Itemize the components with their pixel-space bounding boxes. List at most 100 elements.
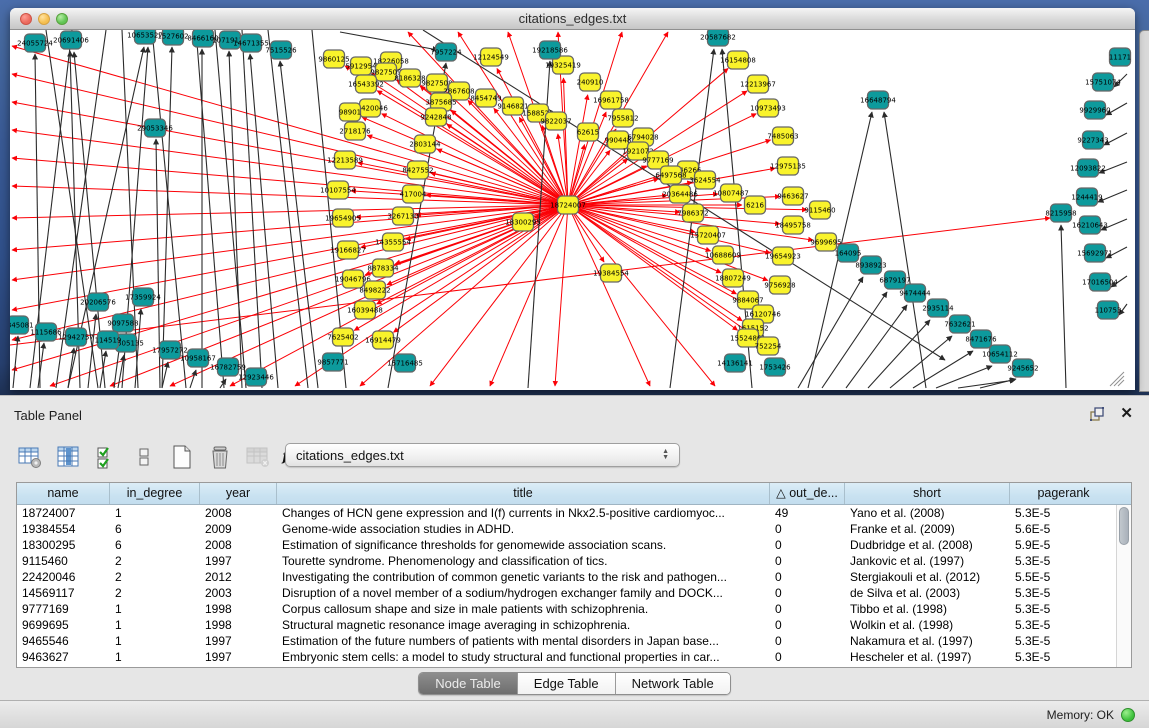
background-window-edge [1139, 30, 1149, 392]
graph-node[interactable]: 12093822 [1070, 159, 1106, 177]
graph-node[interactable]: 7485063 [767, 127, 798, 145]
graph-node[interactable]: 8215958 [1045, 204, 1076, 222]
table-row[interactable]: 1938455462009Genome-wide association stu… [17, 521, 1131, 537]
graph-node[interactable]: 240910 [577, 73, 604, 91]
close-panel-icon[interactable]: ✕ [1120, 404, 1133, 422]
graph-node[interactable]: 114519 [95, 331, 122, 349]
delete-table-icon[interactable] [206, 442, 234, 472]
graph-node[interactable]: 417004 [400, 185, 427, 203]
show-columns-icon[interactable] [54, 442, 82, 472]
graph-node[interactable]: 16648794 [860, 91, 896, 109]
graph-node[interactable]: 10688609 [705, 246, 741, 264]
graph-node[interactable]: 3267130 [387, 207, 418, 225]
cell-year: 2008 [200, 537, 277, 553]
graph-node[interactable]: 15692971 [1077, 244, 1113, 262]
table-row[interactable]: 969969511998Structural magnetic resonanc… [17, 617, 1131, 633]
graph-node[interactable]: 16154808 [720, 51, 756, 69]
graph-node[interactable]: 8878334 [367, 259, 399, 277]
graph-node[interactable]: 9097588 [107, 314, 138, 332]
new-table-icon[interactable] [168, 442, 196, 472]
graph-node[interactable]: 9227343 [1077, 131, 1108, 149]
graph-node[interactable]: 1244419 [1071, 188, 1102, 206]
float-panel-icon[interactable] [1089, 406, 1105, 422]
graph-node[interactable]: 62615 [577, 123, 599, 141]
table-scrollbar[interactable] [1116, 505, 1131, 668]
graph-node[interactable]: 15751074 [1085, 73, 1121, 91]
cell-title: Estimation of the future numbers of pati… [277, 633, 770, 649]
graph-node[interactable]: 9463627 [777, 187, 808, 205]
graph-node[interactable]: 12213967 [740, 75, 776, 93]
graph-node[interactable]: 7515526 [265, 41, 297, 59]
graph-node[interactable]: 9474444 [899, 284, 931, 302]
svg-text:6497568: 6497568 [655, 172, 686, 180]
cell-name: 9465546 [17, 633, 110, 649]
column-header-in_degree[interactable]: in_degree [110, 483, 200, 504]
graph-node[interactable]: 7625402 [327, 328, 358, 346]
graph-node[interactable]: 3624554 [689, 171, 721, 189]
graph-node[interactable]: 20691406 [53, 31, 89, 49]
graph-node[interactable]: 752254 [755, 337, 782, 355]
graph-node[interactable]: 1527602 [157, 30, 188, 45]
graph-node[interactable]: 2803144 [409, 135, 441, 153]
graph-node[interactable]: 110753 [1095, 301, 1122, 319]
graph-node[interactable]: 17016504 [1082, 273, 1118, 291]
tab-network-table[interactable]: Network Table [616, 673, 730, 694]
graph-node[interactable]: 7955812 [607, 109, 638, 127]
graph-node[interactable]: 2935114 [922, 299, 954, 317]
column-header-pagerank[interactable]: pagerank [1010, 483, 1117, 504]
table-row[interactable]: 1872400712008Changes of HCN gene express… [17, 505, 1131, 521]
table-row[interactable]: 946362711997Embryonic stem cells: a mode… [17, 649, 1131, 665]
table-row[interactable]: 1456911722003Disruption of a novel membe… [17, 585, 1131, 601]
table-row[interactable]: 1830029562008Estimation of significance … [17, 537, 1131, 553]
column-header-year[interactable]: year [200, 483, 277, 504]
graph-node[interactable]: 7632621 [944, 315, 975, 333]
graph-node[interactable]: 6216 [745, 196, 766, 214]
graph-node[interactable]: 2718176 [339, 122, 371, 140]
graph-node[interactable]: 8427552 [402, 161, 433, 179]
graph-node[interactable]: 11171 [1109, 48, 1131, 66]
status-bar: Memory: OK [0, 700, 1149, 728]
graph-node[interactable]: 18495758 [775, 216, 811, 234]
graph-node[interactable]: 98901 [339, 103, 361, 121]
cell-name: 18724007 [17, 505, 110, 521]
graph-node[interactable]: 16210643 [1072, 216, 1108, 234]
graph-node[interactable]: 14136141 [717, 354, 753, 372]
graph-node[interactable]: 9756928 [764, 276, 795, 294]
graph-node[interactable]: 17359924 [125, 288, 161, 306]
scrollbar-thumb[interactable] [1119, 507, 1129, 545]
table-row[interactable]: 2242004622012Investigating the contribut… [17, 569, 1131, 585]
graph-node[interactable]: 12124549 [473, 48, 509, 66]
network-canvas[interactable]: 1212454919325419240910169617587955812626… [10, 30, 1133, 389]
graph-node[interactable]: 12975135 [770, 157, 806, 175]
graph-node[interactable]: 20587682 [700, 30, 736, 46]
select-all-icon[interactable] [92, 442, 120, 472]
svg-text:16914479: 16914479 [365, 337, 401, 345]
graph-node[interactable]: 9929960 [1079, 101, 1110, 119]
graph-node[interactable]: 164095 [835, 244, 862, 262]
svg-text:7986372: 7986372 [677, 210, 708, 218]
svg-text:8938923: 8938923 [855, 262, 886, 270]
column-header-name[interactable]: name [17, 483, 110, 504]
graph-node[interactable]: 8938923 [855, 256, 886, 274]
column-header-title[interactable]: title [277, 483, 770, 504]
rows-icon[interactable] [130, 442, 158, 472]
column-header-short[interactable]: short [845, 483, 1010, 504]
graph-node[interactable]: 19384554 [593, 264, 629, 282]
tab-edge-table[interactable]: Edge Table [518, 673, 616, 694]
graph-node[interactable]: 7986372 [677, 204, 708, 222]
table-selector-dropdown[interactable]: citations_edges.txt ▲▼ [285, 443, 680, 467]
network-view-window[interactable]: citations_edges.txt 12124549193254192409… [10, 8, 1135, 390]
graph-node[interactable]: 9115460 [804, 201, 835, 219]
graph-node[interactable]: 9245652 [1007, 359, 1038, 377]
graph-node[interactable]: 15716485 [387, 354, 423, 372]
graph-node[interactable]: 7957224 [430, 43, 462, 61]
tab-node-table[interactable]: Node Table [419, 673, 518, 694]
table-row[interactable]: 946554611997Estimation of the future num… [17, 633, 1131, 649]
table-column-settings-icon[interactable] [16, 442, 44, 472]
network-window-titlebar[interactable]: citations_edges.txt [10, 8, 1135, 30]
graph-node[interactable]: 1753426 [759, 358, 791, 376]
table-row[interactable]: 977716911998Corpus callosum shape and si… [17, 601, 1131, 617]
column-header-out_de[interactable]: △ out_de... [770, 483, 845, 504]
table-row[interactable]: 911546021997Tourette syndrome. Phenomeno… [17, 553, 1131, 569]
cell-short: Stergiakouli et al. (2012) [845, 569, 1010, 585]
